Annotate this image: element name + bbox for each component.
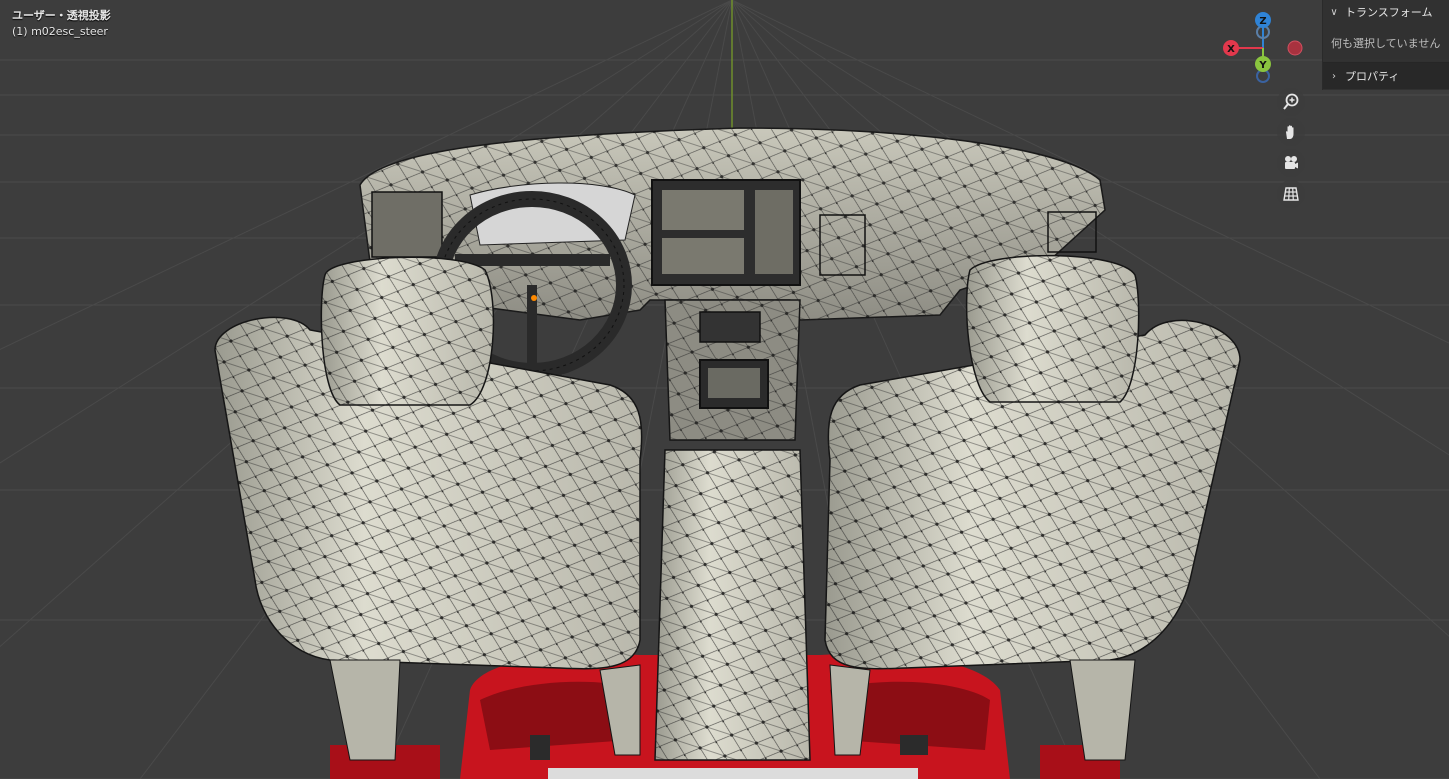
- zoom-icon: [1283, 93, 1299, 110]
- perspective-toggle-button[interactable]: [1277, 180, 1305, 208]
- center-console: [654, 299, 811, 761]
- svg-text:X: X: [1227, 44, 1235, 55]
- camera-icon: [1285, 156, 1298, 169]
- chevron-down-icon: ∨: [1330, 6, 1338, 18]
- zoom-button[interactable]: [1277, 88, 1305, 116]
- gizmo-y-axis[interactable]: Y: [1255, 56, 1271, 72]
- orthographic-grid-icon: [1283, 187, 1299, 201]
- nothing-selected-message: 何も選択していません: [1331, 37, 1441, 50]
- properties-panel-header[interactable]: › プロパティ: [1323, 62, 1449, 89]
- pan-button[interactable]: [1277, 118, 1305, 146]
- 3d-viewport[interactable]: Z X Y: [0, 0, 1449, 779]
- svg-text:Z: Z: [1259, 16, 1266, 27]
- camera-view-button[interactable]: [1277, 149, 1305, 177]
- gizmo-x-neg: [1287, 40, 1303, 56]
- chevron-right-icon: ›: [1332, 70, 1336, 82]
- gizmo-z-axis[interactable]: Z: [1255, 12, 1271, 28]
- gizmo-x-axis[interactable]: X: [1223, 40, 1239, 56]
- transform-panel-header[interactable]: ∨ トランスフォーム: [1323, 0, 1449, 24]
- transform-label: トランスフォーム: [1345, 6, 1433, 19]
- properties-label: プロパティ: [1345, 70, 1400, 83]
- sidebar-n-panel: ∨ トランスフォーム 何も選択していません › プロパティ: [1322, 0, 1449, 90]
- view-title: ユーザー・透視投影: [12, 9, 111, 22]
- active-object-name: (1) m02esc_steer: [12, 25, 108, 38]
- navigation-gizmo[interactable]: Z X Y: [1223, 12, 1303, 83]
- svg-text:Y: Y: [1258, 60, 1267, 71]
- pan-hand-icon: [1286, 125, 1294, 139]
